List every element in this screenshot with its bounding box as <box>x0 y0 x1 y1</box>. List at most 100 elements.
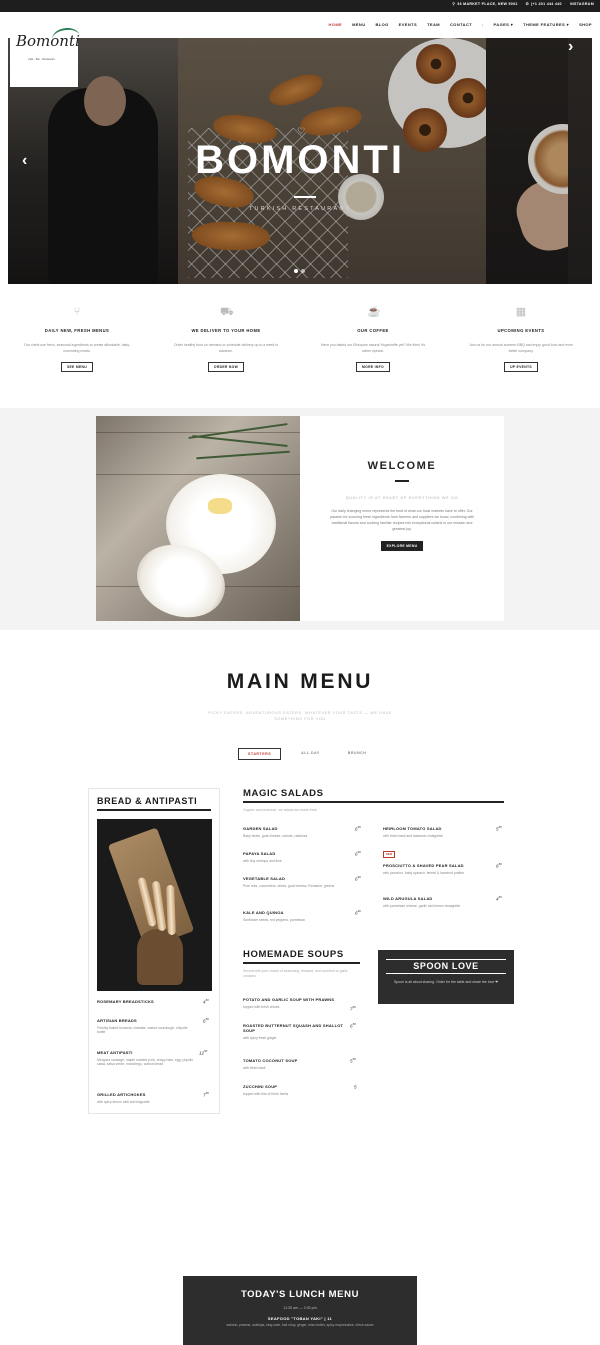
nav-item-theme-features[interactable]: THEME FEATURES ▾ <box>523 22 569 27</box>
salads-intro: Organic and seasonal, our salads are mad… <box>243 808 318 812</box>
soups-section-title: HOMEMADE SOUPS <box>243 949 344 960</box>
list-item: PAPAYA SALAD with tiny shrimps and lime <box>243 851 282 863</box>
feature-title: DAILY NEW, FRESH MENUS <box>44 328 110 333</box>
fork-knife-icon: ⑂ <box>73 306 81 318</box>
item-price: 450 <box>203 998 209 1005</box>
list-item: MEAT ANTIPASTI Merguez sausage, maple ro… <box>97 1050 194 1067</box>
phone-icon: ✆ <box>525 2 530 6</box>
list-item: ROSEMARY BREADSTICKS <box>97 999 154 1004</box>
nav-item-events[interactable]: EVENTS <box>399 22 417 27</box>
item-price: 690 <box>355 825 361 832</box>
feature-description: Order healthy food on demand or schedule… <box>173 343 279 353</box>
slider-prev-arrow-icon[interactable]: ‹ <box>22 152 27 170</box>
explore-menu-button[interactable]: EXPLORE MENU <box>380 540 424 551</box>
bread-antipasti-card: BREAD & ANTIPASTI ROSEMARY BREADSTICKS 4… <box>88 788 220 1114</box>
address-info: ⚲ 36 MARKET PLACE, NEW 5002 <box>452 2 518 6</box>
top-utility-bar: ⚲ 36 MARKET PLACE, NEW 5002 ✆ (+1 401 444 … <box>0 0 600 12</box>
feature-events: ▦ UPCOMING EVENTS Join us for our annual… <box>456 300 586 373</box>
order-now-button[interactable]: ORDER NOW <box>207 362 245 372</box>
hero-title: BOMONTI <box>195 138 405 182</box>
item-price: 650 <box>203 1017 209 1024</box>
list-item: PROSCIUTTO & SHAVED PEAR SALAD with peco… <box>383 863 465 875</box>
main-menu-subtitle: PICKY EATERS, ADVENTUROUS EATERS, WHATEV… <box>208 711 392 721</box>
soups-intro: Served with your choice of seasoning, dr… <box>243 969 348 978</box>
item-price: 550 <box>496 825 502 832</box>
item-price: 750 <box>203 1091 209 1098</box>
main-header: HOME MENU BLOG EVENTS TEAM CONTACT | PAG… <box>0 12 600 38</box>
welcome-title: WELCOME <box>367 460 437 472</box>
item-price: 550 <box>350 1057 356 1064</box>
list-item: POTATO AND GARLIC SOUP WITH PRAWNS toppe… <box>243 997 335 1009</box>
welcome-text: Our daily changing menu represents the b… <box>329 508 475 532</box>
lunch-item-description: salmon, prawns, scallops, king crab, bok… <box>226 1323 374 1327</box>
tab-all-day[interactable]: ALL DAY <box>293 748 328 760</box>
salads-section-title: MAGIC SALADS <box>243 788 324 799</box>
nav-item-menu[interactable]: MENU <box>352 22 365 27</box>
more-info-button[interactable]: MORE INFO <box>356 362 390 372</box>
list-item: KALE AND QUINOA Sunflower seeds, red pep… <box>243 910 306 922</box>
calendar-icon: ▦ <box>515 306 527 318</box>
feature-title: WE DELIVER TO YOUR HOME <box>191 328 261 333</box>
item-price: 690 <box>355 850 361 857</box>
logo-text: Bomonti <box>16 32 80 50</box>
features-row: ⑂ DAILY NEW, FRESH MENUS Our chefs use f… <box>0 300 600 400</box>
nav-item-blog[interactable]: BLOG <box>376 22 389 27</box>
slider-dot-1[interactable] <box>294 269 298 273</box>
item-price: 690 <box>355 875 361 882</box>
welcome-photo-rice <box>96 416 300 621</box>
hero-divider <box>294 196 316 198</box>
list-item: ARTISIAN BREADS Freshly baked focaccia, … <box>97 1018 188 1035</box>
logo-subtitle: Cafe · Bar · Restaurant <box>28 58 55 61</box>
feature-description: Join us for our annual summer BBQ and en… <box>469 343 573 353</box>
slider-next-arrow-icon[interactable]: › <box>568 38 592 284</box>
hero-subtitle: TURKISH RESTAURANT <box>248 206 352 212</box>
lunch-item: SEAFOOD "TOBAN YAKI" | 11 <box>267 1316 333 1321</box>
list-item: GARDEN SALAD Baby beets, goat cheese, ca… <box>243 826 308 838</box>
list-item: ZUCCHINI SOUP topped with bits of fresh … <box>243 1084 289 1096</box>
nav-item-home[interactable]: HOME <box>329 22 343 27</box>
instagram-link[interactable]: INSTAGRAM <box>570 2 594 6</box>
nav-item-team[interactable]: TEAM <box>427 22 440 27</box>
menu-tabs: STARTERS ALL DAY BRUNCH <box>238 748 374 760</box>
spoon-love-title: SPOON LOVE <box>413 961 479 971</box>
nav-item-contact[interactable]: CONTACT <box>450 22 472 27</box>
list-item: WILD ARUGULA SALAD with parmesan cheese,… <box>383 896 461 908</box>
lunch-menu-box: TODAY'S LUNCH MENU 11:30 am — 2:30 pm SE… <box>183 1276 417 1345</box>
item-price: 450 <box>496 895 502 902</box>
phone-info[interactable]: ✆ (+1 401 444 440 <box>526 2 562 6</box>
tab-brunch[interactable]: BRUNCH <box>340 748 375 760</box>
feature-coffee: ☕ OUR COFFEE Have you tasted our Ethiopi… <box>308 300 438 373</box>
lunch-title: TODAY'S LUNCH MENU <box>240 1289 360 1300</box>
feature-fresh-menus: ⑂ DAILY NEW, FRESH MENUS Our chefs use f… <box>12 300 142 373</box>
slider-dot-2[interactable] <box>301 269 305 273</box>
feature-description: Have you tasted our Ethiopian natural Yi… <box>320 343 426 353</box>
section-divider <box>97 809 211 811</box>
nav-item-pages[interactable]: PAGES ▾ <box>494 22 514 27</box>
section-divider <box>243 801 504 803</box>
item-price: 5 <box>354 1084 357 1090</box>
list-item: HEIRLOOM TOMATO SALAD with fresh basil a… <box>383 826 443 838</box>
map-pin-icon: ⚲ <box>452 2 456 6</box>
heart-icon: ♡ <box>297 126 306 136</box>
feature-delivery: ⛟ WE DELIVER TO YOUR HOME Order healthy … <box>161 300 291 373</box>
list-item: VEGETABLE SALAD Pine nuts, cucumbers, ol… <box>243 876 335 888</box>
welcome-tagline: QUALITY IS AT HEART OF EVERYTHING WE DO <box>345 495 459 500</box>
delivery-icon: ⛟ <box>220 306 234 318</box>
see-menu-button[interactable]: SEE MENU <box>60 362 94 372</box>
main-navigation: HOME MENU BLOG EVENTS TEAM CONTACT | PAG… <box>329 22 592 27</box>
main-menu-title: MAIN MENU <box>226 670 374 693</box>
list-item: GRILLED ARTICHOKES with spicy lemon aiol… <box>97 1092 150 1104</box>
spoon-love-box: SPOON LOVE Spoon is all about sharing. O… <box>378 950 514 1004</box>
welcome-card: WELCOME QUALITY IS AT HEART OF EVERYTHIN… <box>300 416 504 621</box>
tab-starters[interactable]: STARTERS <box>238 748 282 760</box>
welcome-divider <box>395 480 409 482</box>
item-price: 690 <box>355 909 361 916</box>
nav-item-shop[interactable]: SHOP <box>579 22 592 27</box>
spoon-love-text: Spoon is all about sharing. Order for th… <box>393 980 499 984</box>
up-events-button[interactable]: UP EVENTS <box>504 362 538 372</box>
section-divider <box>243 962 360 964</box>
feature-title: OUR COFFEE <box>357 328 389 333</box>
site-logo[interactable]: Bomonti Cafe · Bar · Restaurant <box>10 18 82 87</box>
list-item: TOMATO COCONUT SOUP with fresh basil <box>243 1058 298 1070</box>
item-price: 1250 <box>199 1049 208 1056</box>
